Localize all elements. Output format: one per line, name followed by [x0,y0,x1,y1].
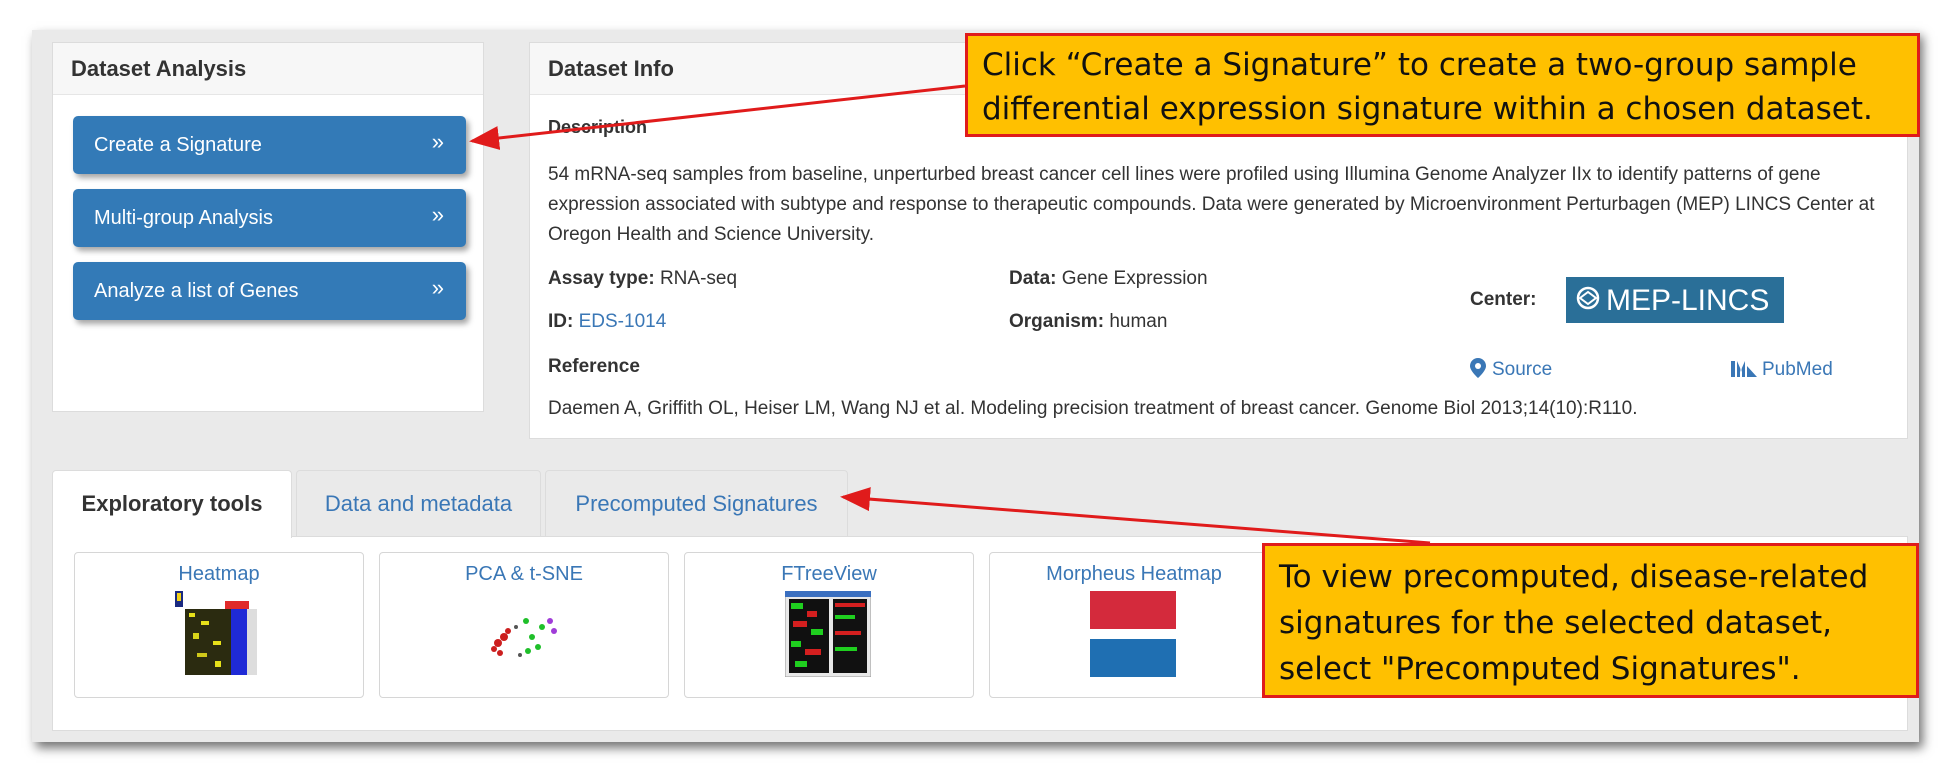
description-label: Description [548,117,648,137]
tool-ftreeview[interactable]: FTreeView [684,552,974,698]
reference-text: Daemen A, Griffith OL, Heiser LM, Wang N… [548,398,1638,419]
callout-bottom-line-3: select "Precomputed Signatures". [1279,651,1801,687]
organism-value: human [1109,311,1168,332]
ftreeview-thumbnail-icon [785,591,871,677]
map-marker-icon [1470,358,1486,384]
tab-precomputed-signatures[interactable]: Precomputed Signatures [545,470,848,536]
callout-top-line-1: Click “Create a Signature” to create a t… [982,47,1857,83]
create-signature-callout: Click “Create a Signature” to create a t… [965,33,1920,137]
data-label: Data: [1009,268,1057,289]
organism: Organism: human [1009,311,1167,333]
morpheus-thumbnail-icon [1090,591,1176,677]
multi-group-label: Multi-group Analysis [94,207,273,229]
reference-label: Reference [548,356,640,377]
create-signature-button[interactable]: Create a Signature » [73,116,466,174]
tool-pca-label: PCA & t-SNE [465,563,583,585]
logo-mark-icon [1576,278,1600,324]
tool-pca-tsne[interactable]: PCA & t-SNE [379,552,669,698]
tab-data-and-metadata[interactable]: Data and metadata [296,470,541,536]
data-type: Data: Gene Expression [1009,268,1208,290]
analysis-panel-title: Dataset Analysis [53,43,483,95]
tab-exploratory-tools[interactable]: Exploratory tools [52,470,292,538]
analyze-genes-label: Analyze a list of Genes [94,280,299,302]
dataset-id: ID: EDS-1014 [548,311,666,333]
chevron-right-icon: » [431,129,444,154]
tool-heatmap[interactable]: Heatmap [74,552,364,698]
assay-type: Assay type: RNA-seq [548,268,737,290]
id-label: ID: [548,311,574,332]
pubmed-icon [1730,358,1758,384]
tool-morpheus-label: Morpheus Heatmap [1046,563,1222,585]
tool-ftreeview-label: FTreeView [781,563,877,585]
chevron-right-icon: » [431,275,444,300]
mep-lincs-logo[interactable]: MEP-LINCS [1566,277,1784,323]
callout-top-line-2: differential expression signature within… [982,91,1873,127]
heatmap-thumbnail-icon [175,591,257,675]
dataset-analysis-panel: Dataset Analysis Create a Signature » Mu… [52,42,484,412]
callout-bottom-line-2: signatures for the selected dataset, [1279,605,1833,641]
pubmed-link[interactable]: PubMed [1730,358,1833,384]
id-link[interactable]: EDS-1014 [579,311,667,332]
organism-label: Organism: [1009,311,1105,332]
assay-label: Assay type: [548,268,655,289]
precomputed-signatures-callout: To view precomputed, disease-related sig… [1262,543,1919,698]
logo-text: MEP-LINCS [1606,284,1770,318]
center-label: Center: [1470,289,1537,310]
tool-heatmap-label: Heatmap [178,563,260,585]
description-text: 54 mRNA-seq samples from baseline, unper… [548,164,1875,245]
pubmed-label: PubMed [1762,359,1833,380]
create-signature-label: Create a Signature [94,134,262,156]
analyze-genes-button[interactable]: Analyze a list of Genes » [73,262,466,320]
source-label: Source [1492,359,1553,380]
callout-bottom-line-1: To view precomputed, disease-related [1279,559,1869,595]
data-value: Gene Expression [1061,268,1208,289]
chevron-right-icon: » [431,202,444,227]
multi-group-analysis-button[interactable]: Multi-group Analysis » [73,189,466,247]
source-link[interactable]: Source [1470,358,1552,384]
pca-scatter-thumbnail-icon [491,618,557,657]
assay-value: RNA-seq [659,268,738,289]
tool-morpheus-heatmap[interactable]: Morpheus Heatmap [989,552,1279,698]
